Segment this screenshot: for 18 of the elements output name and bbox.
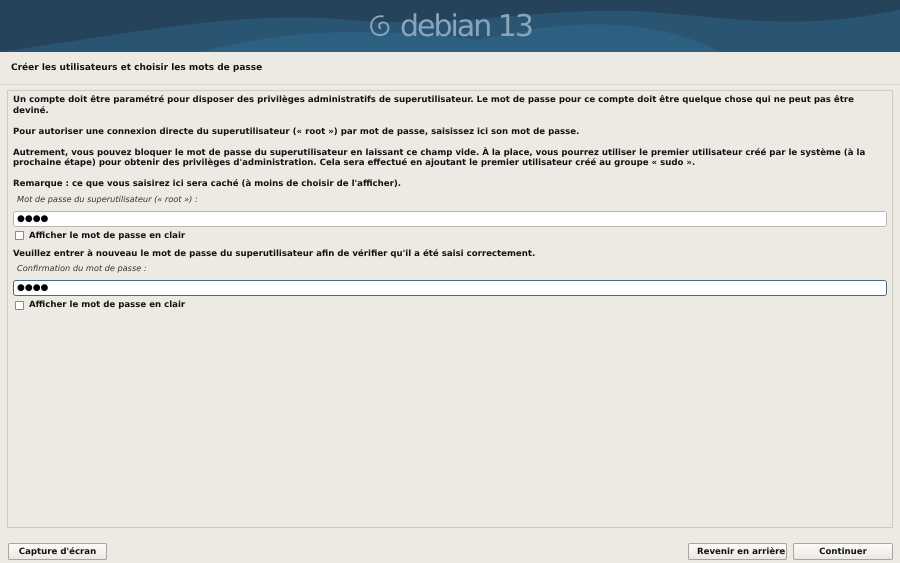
- field-label: Mot de passe du superutilisateur (« root ») :: [17, 194, 198, 204]
- button[interactable]: Continuer: [793, 543, 893, 560]
- button[interactable]: Capture d'écran: [8, 543, 107, 560]
- password-field[interactable]: ●●●●: [13, 210, 887, 226]
- checkbox[interactable]: [15, 231, 24, 240]
- step-title: Créer les utilisateurs et choisir les mots de passe: [11, 63, 262, 73]
- checkbox-label[interactable]: Afficher le mot de passe en clair: [29, 300, 186, 310]
- paragraph: Autrement, vous pouvez bloquer le mot de passe du superutilisateur en laissant ce champ vide. À la place, vous pourrez utiliser le premier utilisateur créé par le système (à la prochaine étape) pour obtenir des privilèges d'administration. Cela sera effectué en ajoutant le premier utilisateur créé au groupe « sudo ».: [13, 148, 866, 168]
- note-text: Veuillez entrer à nouveau le mot de passe du superutilisateur afin de vérifier qu'il a été saisi correctement.: [13, 248, 536, 259]
- note-text: Remarque : ce que vous saisirez ici sera caché (à moins de choisir de l'afficher).: [13, 179, 402, 190]
- paragraph: Un compte doit être paramétré pour disposer des privilèges administratifs de superutilisateur. Le mot de passe pour ce compte doit être quelque chose qui ne peut pas être deviné.: [13, 95, 855, 116]
- password-field[interactable]: ●●●●: [13, 280, 887, 296]
- checkbox-label[interactable]: Afficher le mot de passe en clair: [29, 230, 186, 240]
- field-label: Confirmation du mot de passe :: [17, 263, 147, 274]
- checkbox[interactable]: [15, 300, 24, 310]
- logo-text: debian 13: [400, 8, 532, 44]
- button[interactable]: Revenir en arrière: [688, 543, 787, 560]
- paragraph: Pour autoriser une connexion directe du superutilisateur (« root ») par mot de passe, saisissez ici son mot de passe.: [13, 126, 580, 137]
